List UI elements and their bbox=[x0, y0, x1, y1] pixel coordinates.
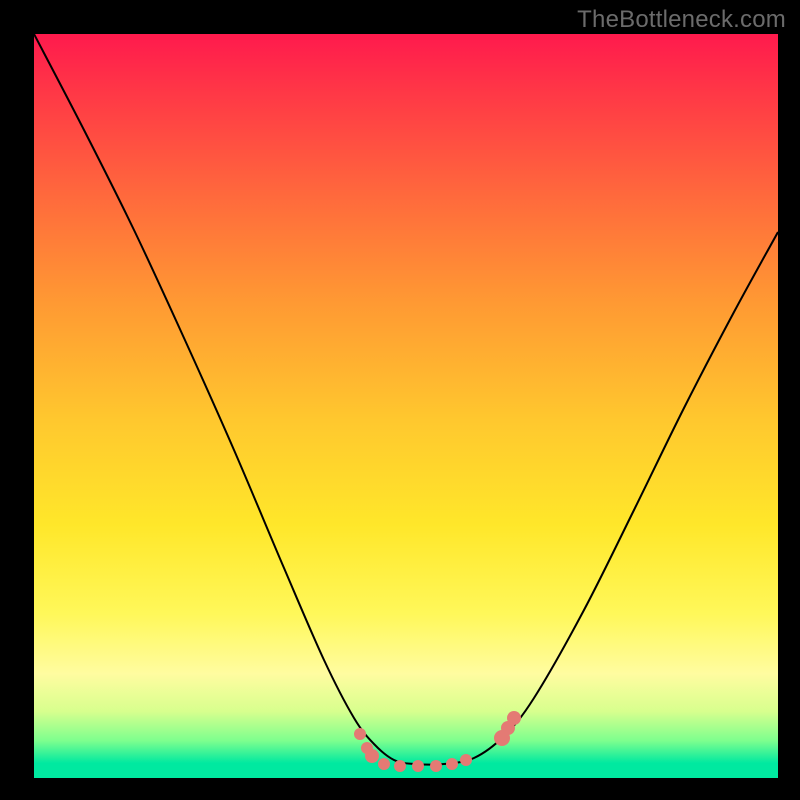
curve-marker bbox=[412, 760, 424, 772]
curve-marker bbox=[430, 760, 442, 772]
plot-area bbox=[34, 34, 778, 778]
bottleneck-curve-svg bbox=[34, 34, 778, 778]
curve-marker bbox=[446, 758, 458, 770]
bottleneck-curve bbox=[34, 34, 778, 765]
curve-marker bbox=[460, 754, 472, 766]
curve-markers bbox=[354, 711, 521, 772]
curve-marker bbox=[394, 760, 406, 772]
chart-frame: TheBottleneck.com bbox=[0, 0, 800, 800]
curve-marker bbox=[365, 749, 379, 763]
watermark-text: TheBottleneck.com bbox=[577, 6, 786, 34]
curve-marker bbox=[507, 711, 521, 725]
curve-marker bbox=[378, 758, 390, 770]
curve-marker bbox=[354, 728, 366, 740]
